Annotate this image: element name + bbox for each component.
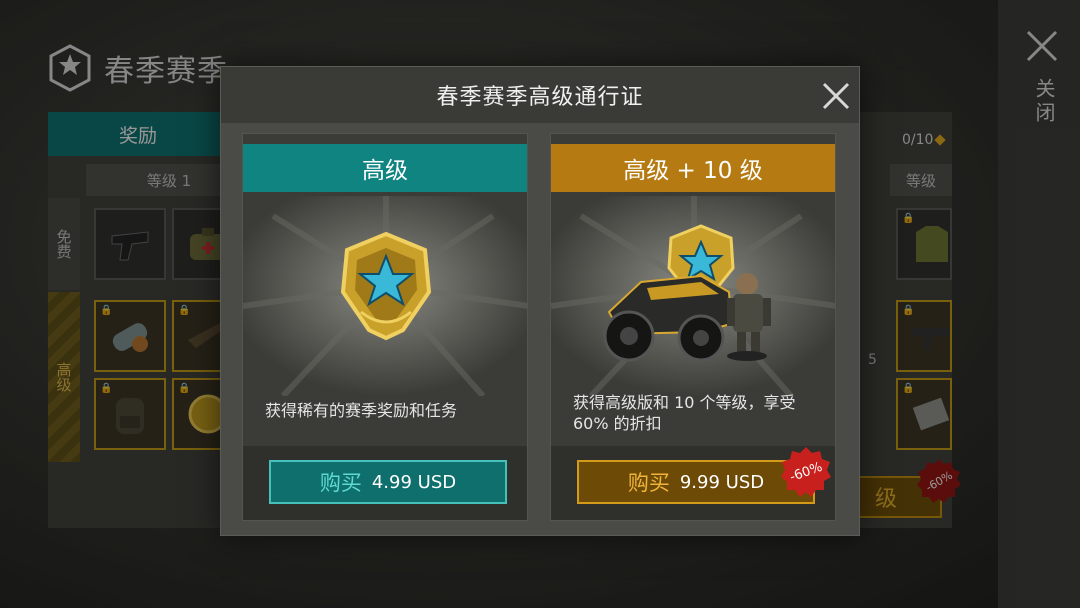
star-badge-icon — [243, 196, 527, 396]
buy-premium-button[interactable]: 购买 4.99 USD — [269, 460, 507, 504]
progress-value: 0/10 — [902, 132, 934, 148]
reward-slot-smg[interactable]: 🔒 — [896, 300, 952, 372]
season-emblem-icon — [49, 44, 91, 92]
premium-pass-dialog: 春季赛季高级通行证 高级 获得稀有的赛季奖励和任务 购买 4.99 USD 高级… — [220, 66, 860, 536]
jacket-icon — [916, 226, 948, 262]
scroll-icon — [112, 323, 148, 352]
row-label-free: 免费 — [48, 198, 80, 290]
close-icon[interactable] — [1024, 28, 1060, 64]
pistol-icon — [111, 231, 149, 261]
discount-badge-bg: -60% — [917, 459, 961, 503]
offer-card-premium: 高级 获得稀有的赛季奖励和任务 购买 4.99 USD — [242, 133, 528, 521]
gem-icon — [934, 134, 947, 146]
backpack-icon — [116, 398, 144, 434]
row-label-premium: 高级 — [48, 292, 80, 462]
price-label: 4.99 USD — [371, 471, 457, 493]
offer-footer: 购买 4.99 USD — [243, 446, 527, 520]
reward-slot-pistol[interactable] — [94, 208, 166, 280]
offer-description: 获得高级版和 10 个等级，享受 60% 的折扣 — [573, 393, 796, 433]
column-header-level: 等级 — [890, 164, 952, 196]
tab-rewards[interactable]: 奖励 — [48, 112, 228, 156]
season-header: 春季赛季 — [48, 44, 228, 92]
plate-icon — [912, 397, 950, 431]
reward-slot-jacket[interactable]: 🔒 — [896, 208, 952, 280]
price-label: 9.99 USD — [679, 471, 765, 493]
progress-counter: 0/10 — [902, 132, 947, 148]
reward-slot-scroll[interactable]: 🔒 — [94, 300, 166, 372]
discount-badge: -60% — [781, 447, 831, 497]
offer-ribbon: 高级 — [243, 144, 527, 192]
close-label[interactable]: 关闭 — [1030, 78, 1059, 126]
vehicle-soldier-icon — [551, 196, 835, 396]
buy-label: 购买 — [627, 471, 670, 495]
reward-slot-backpack[interactable]: 🔒 — [94, 378, 166, 450]
reward-slot-plate[interactable]: 🔒 — [896, 378, 952, 450]
offer-ribbon: 高级 + 10 级 — [551, 144, 835, 192]
dialog-title: 春季赛季高级通行证 — [436, 85, 644, 110]
smg-icon — [912, 328, 950, 350]
slot-count: 5 — [868, 352, 877, 368]
dialog-header: 春季赛季高级通行证 — [221, 67, 859, 123]
offer-description: 获得稀有的赛季奖励和任务 — [265, 401, 458, 420]
buy-label: 购买 — [319, 471, 362, 495]
close-icon[interactable] — [821, 81, 851, 111]
season-title: 春季赛季 — [104, 54, 228, 89]
